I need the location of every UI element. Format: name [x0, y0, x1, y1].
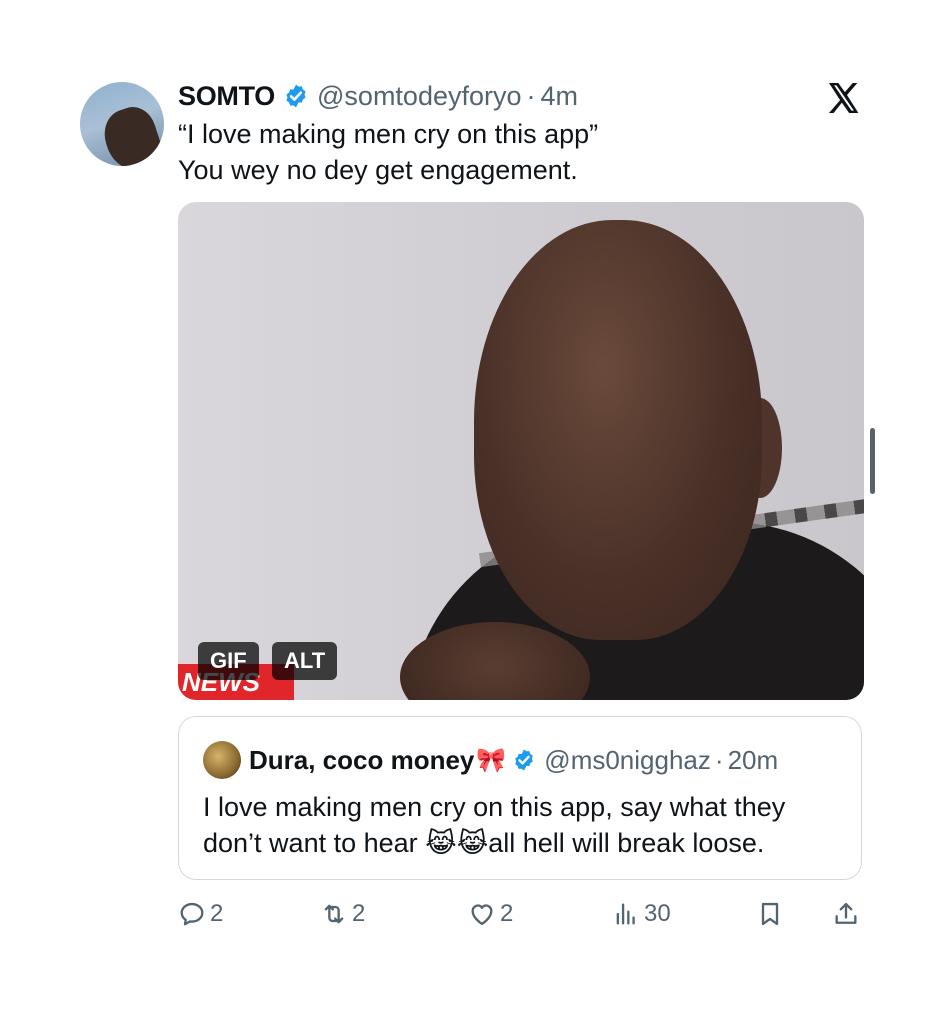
quoted-text: I love making men cry on this app, say w… [203, 789, 785, 861]
tweet-text-line-2: You wey no dey get engagement. [178, 155, 578, 185]
tweet-text: “I love making men cry on this app” You … [178, 116, 598, 188]
repost-icon [324, 904, 344, 924]
tweet-media-gif[interactable]: NEWS GIF ALT [178, 202, 864, 700]
bow-emoji: 🎀 [476, 746, 507, 774]
like-count: 2 [500, 900, 514, 927]
like-button[interactable]: 2 [468, 896, 513, 932]
reply-icon [180, 902, 204, 926]
quoted-separator: · [714, 744, 724, 775]
views-button[interactable]: 30 [612, 896, 671, 932]
author-avatar[interactable] [80, 82, 164, 166]
quoted-time: 20m [727, 744, 779, 775]
reply-button[interactable]: 2 [178, 896, 223, 932]
scrollbar-thumb[interactable] [870, 428, 875, 494]
tweet-text-line-1: “I love making men cry on this app” [178, 119, 599, 149]
tweet-actions: 2 2 2 30 [178, 896, 864, 936]
quoted-header: Dura, coco money 🎀 @ms0nigghaz · 20m [203, 741, 779, 779]
quoted-avatar [203, 741, 241, 779]
alt-badge[interactable]: ALT [272, 642, 338, 680]
views-chart-icon [616, 903, 635, 925]
quoted-text-line-2: don’t want to hear 😹😹all hell will break… [203, 828, 765, 858]
heart-icon [471, 904, 493, 926]
author-handle[interactable]: @somtodeyforyo [317, 81, 522, 112]
views-count: 30 [644, 900, 671, 927]
tweet-time[interactable]: 4m [541, 81, 579, 112]
quoted-tweet[interactable]: Dura, coco money 🎀 @ms0nigghaz · 20m I l… [178, 716, 862, 880]
share-icon [835, 902, 857, 924]
verified-badge-icon [286, 84, 306, 108]
repost-count: 2 [352, 900, 366, 927]
quoted-text-line-1: I love making men cry on this app, say w… [203, 792, 786, 822]
tweet-header: SOMTO @somtodeyforyo · 4m [178, 80, 578, 112]
quoted-author-name: Dura, coco money [249, 744, 475, 775]
quoted-handle: @ms0nigghaz [544, 744, 711, 775]
repost-button[interactable]: 2 [320, 896, 365, 932]
header-separator: · [526, 80, 536, 111]
verified-badge-icon [515, 749, 534, 771]
share-button[interactable] [832, 896, 864, 932]
reply-count: 2 [210, 900, 224, 927]
media-head [474, 220, 762, 640]
x-logo-icon [829, 83, 859, 113]
author-name[interactable]: SOMTO [178, 81, 275, 112]
gif-badge: GIF [198, 642, 259, 680]
bookmark-button[interactable] [756, 896, 788, 932]
bookmark-icon [761, 902, 779, 926]
